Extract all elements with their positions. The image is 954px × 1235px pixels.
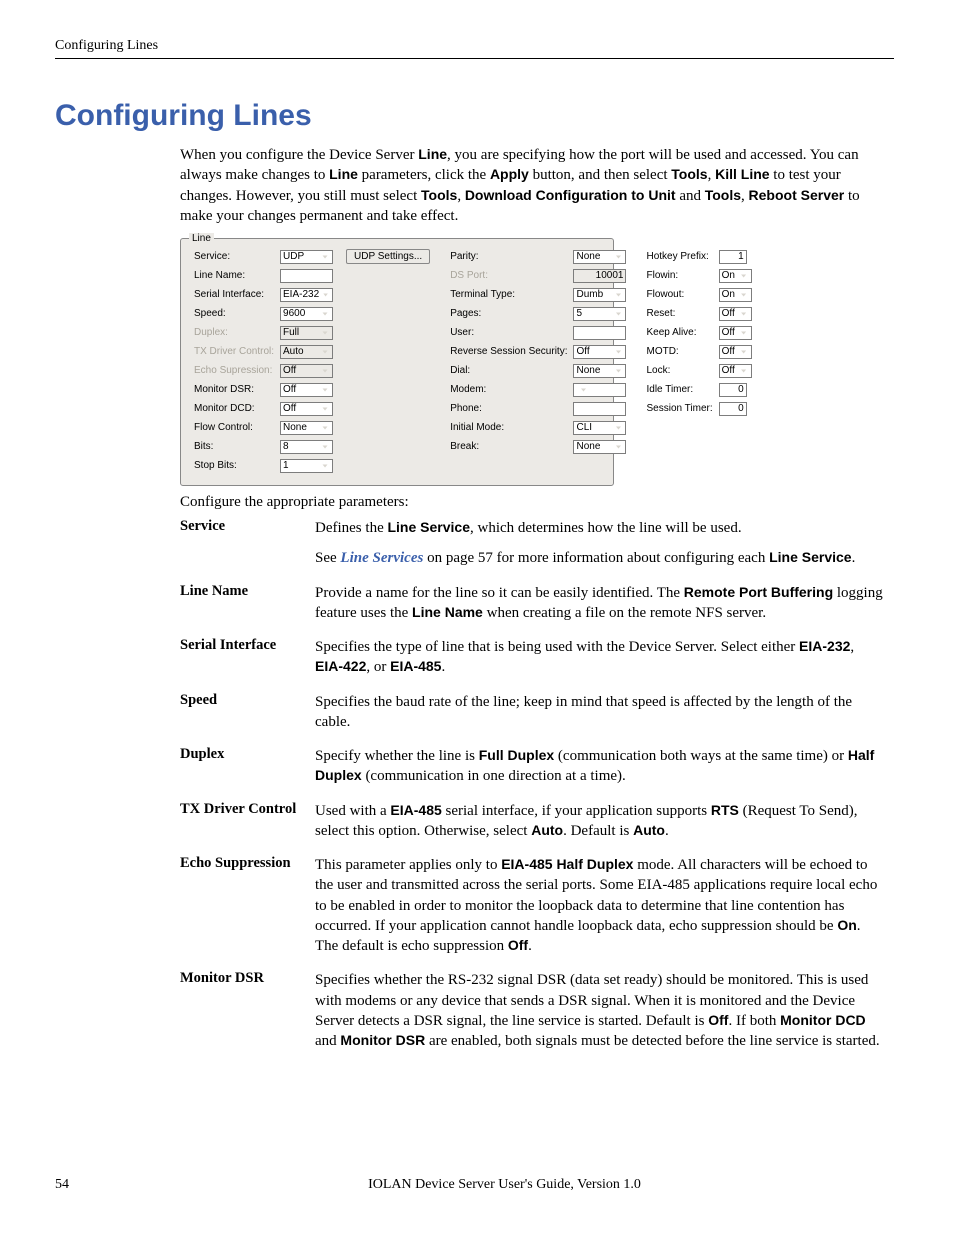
session-timer-input[interactable]: 0: [719, 402, 747, 416]
form-column-1: Service:UDPUDP Settings... Line Name: Se…: [191, 247, 433, 475]
parity-select[interactable]: None: [573, 250, 626, 264]
rule: [55, 58, 894, 59]
speed-select[interactable]: 9600: [280, 307, 333, 321]
serial-interface-select[interactable]: EIA-232: [280, 288, 333, 302]
monitor-dsr-select[interactable]: Off: [280, 383, 333, 397]
reverse-session-security-select[interactable]: Off: [573, 345, 626, 359]
line-services-link[interactable]: Line Services: [340, 550, 423, 566]
bits-select[interactable]: 8: [280, 440, 333, 454]
reset-select[interactable]: Off: [719, 307, 752, 321]
user-input[interactable]: [573, 326, 626, 340]
echo-supression-select: Off: [280, 364, 333, 378]
stop-bits-select[interactable]: 1: [280, 459, 333, 473]
phone-input[interactable]: [573, 402, 626, 416]
row-tx-driver-control: TX Driver Control Used with a EIA-485 se…: [180, 794, 884, 849]
page-title: Configuring Lines: [55, 99, 894, 133]
initial-mode-select[interactable]: CLI: [573, 421, 626, 435]
footer-title: IOLAN Device Server User's Guide, Versio…: [115, 1177, 894, 1193]
lock-select[interactable]: Off: [719, 364, 752, 378]
page-number: 54: [55, 1177, 115, 1193]
row-echo-suppression: Echo Suppression This parameter applies …: [180, 848, 884, 963]
row-monitor-dsr: Monitor DSR Specifies whether the RS-232…: [180, 963, 884, 1058]
terminal-type-select[interactable]: Dumb: [573, 288, 626, 302]
break-select[interactable]: None: [573, 440, 626, 454]
motd-select[interactable]: Off: [719, 345, 752, 359]
line-form-screenshot: Line Service:UDPUDP Settings... Line Nam…: [180, 238, 614, 486]
udp-settings-button[interactable]: UDP Settings...: [346, 249, 430, 264]
hotkey-prefix-input[interactable]: 1: [719, 250, 747, 264]
pages-select[interactable]: 5: [573, 307, 626, 321]
row-serial-interface: Serial Interface Specifies the type of l…: [180, 630, 884, 685]
running-header: Configuring Lines: [55, 38, 894, 54]
flowin-select[interactable]: On: [719, 269, 752, 283]
ds-port-input: 10001: [573, 269, 626, 283]
keep-alive-select[interactable]: Off: [719, 326, 752, 340]
parameters-table: Service Defines the Line Service, which …: [180, 511, 884, 1058]
tx-driver-select: Auto: [280, 345, 333, 359]
flow-control-select[interactable]: None: [280, 421, 333, 435]
parameters-lead: Configure the appropriate parameters:: [180, 494, 884, 511]
row-service: Service Defines the Line Service, which …: [180, 511, 884, 576]
monitor-dcd-select[interactable]: Off: [280, 402, 333, 416]
form-column-2: Parity:None DS Port:10001 Terminal Type:…: [447, 247, 629, 456]
fieldset-legend: Line: [189, 233, 214, 244]
dial-select[interactable]: None: [573, 364, 626, 378]
modem-select[interactable]: [573, 383, 626, 397]
row-duplex: Duplex Specify whether the line is Full …: [180, 739, 884, 794]
flowout-select[interactable]: On: [719, 288, 752, 302]
form-column-3: Hotkey Prefix:1 Flowin:On Flowout:On Res…: [643, 247, 754, 418]
idle-timer-input[interactable]: 0: [719, 383, 747, 397]
row-speed: Speed Specifies the baud rate of the lin…: [180, 685, 884, 740]
service-select[interactable]: UDP: [280, 250, 333, 264]
intro-paragraph: When you configure the Device Server Lin…: [180, 145, 884, 226]
footer: 54 IOLAN Device Server User's Guide, Ver…: [55, 1177, 894, 1193]
page: Configuring Lines Configuring Lines When…: [0, 0, 954, 1235]
duplex-select: Full: [280, 326, 333, 340]
content: When you configure the Device Server Lin…: [180, 145, 884, 1058]
row-line-name: Line Name Provide a name for the line so…: [180, 576, 884, 631]
line-name-input[interactable]: [280, 269, 333, 283]
